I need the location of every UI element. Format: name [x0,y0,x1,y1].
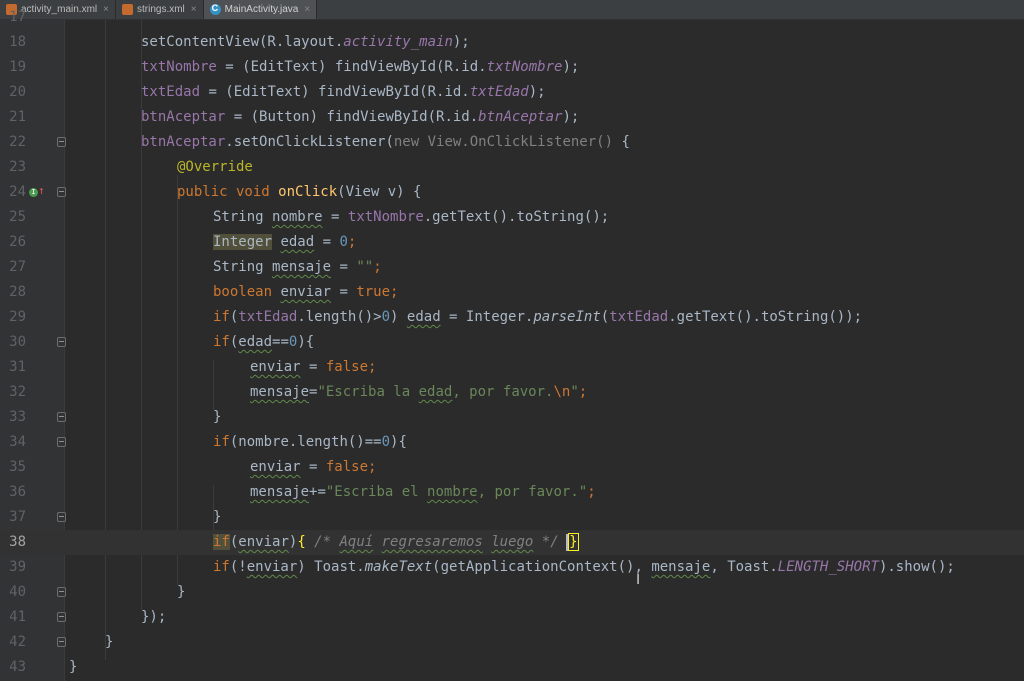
code-line: 25 String nombre = txtNombre.getText().t… [9,209,610,225]
code-line: 19 txtNombre = (EditText) findViewById(R… [9,59,580,75]
fold-toggle-icon[interactable] [57,512,66,522]
code-line: 28 boolean enviar = true; [9,284,399,300]
code-line: 34 if(nombre.length()==0){ [9,434,407,450]
fold-toggle-icon[interactable] [57,437,66,447]
mouse-ibeam-cursor-icon: I [636,572,641,588]
fold-toggle-icon[interactable] [57,137,66,147]
code-line: 24 I ↑ public void onClick(View v) { [9,184,422,200]
code-line: 21 btnAceptar = (Button) findViewById(R.… [9,109,580,125]
code-line: 42 } [9,634,114,650]
fold-toggle-icon[interactable] [57,337,66,347]
fold-toggle-icon[interactable] [57,612,66,622]
code-line: 30 if(edad==0){ [9,334,315,350]
code-line: 20 txtEdad = (EditText) findViewById(R.i… [9,84,546,100]
code-line: 39 if(!enviar) Toast.makeText(getApplica… [9,559,955,575]
code-line: 27 String mensaje = ""; [9,259,382,275]
fold-toggle-icon[interactable] [57,587,66,597]
code-line: 23 @Override [9,159,253,175]
override-arrow-icon[interactable]: ↑ [38,185,45,197]
code-line: 33 } [9,409,222,425]
fold-toggle-icon[interactable] [57,412,66,422]
code-line: 32 mensaje="Escriba la edad, por favor.\… [9,384,588,400]
fold-toggle-icon[interactable] [57,637,66,647]
code-line: 36 mensaje+="Escriba el nombre, por favo… [9,484,596,500]
code-line: 40 } [9,584,186,600]
code-line: 35 enviar = false; [9,459,377,475]
code-line: 31 enviar = false; [9,359,377,375]
code-line: 26 Integer edad = 0; [9,234,357,250]
fold-toggle-icon[interactable] [57,187,66,197]
code-line: 22 btnAceptar.setOnClickListener(new Vie… [9,134,630,150]
code-line: 29 if(txtEdad.length()>0) edad = Integer… [9,309,863,325]
code-line: 43 } [9,659,78,675]
code-editor[interactable]: 17 18 setContentView(R.layout.activity_m… [0,9,1024,681]
code-line: 18 setContentView(R.layout.activity_main… [9,34,470,50]
implements-method-icon[interactable]: I [29,188,38,197]
code-line: 41 }); [9,609,167,625]
code-line: 17 [9,9,26,25]
code-line: 37 } [9,509,222,525]
code-line-current: 38 if(enviar){ /* Aquí regresaremos lueg… [0,530,1024,555]
